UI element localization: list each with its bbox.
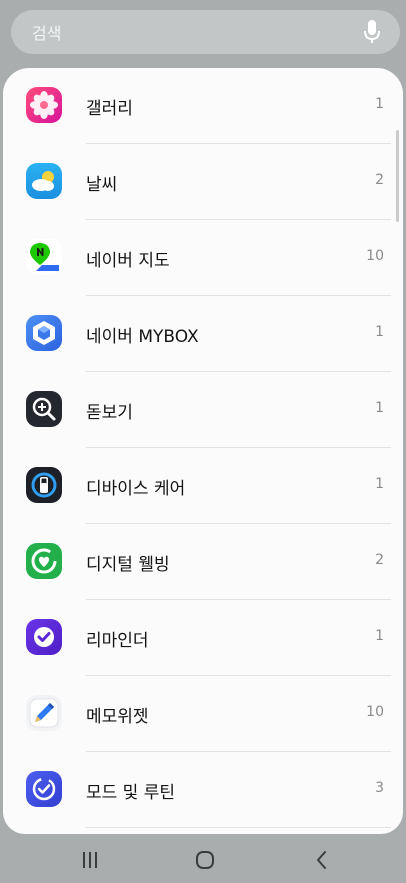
app-name: 네이버 지도 <box>86 251 170 271</box>
naver-mybox-cube-icon <box>26 315 62 351</box>
app-name: 리마인더 <box>86 631 149 651</box>
search-bar[interactable]: 검색 <box>11 10 400 54</box>
app-name: 디바이스 케어 <box>86 479 186 499</box>
app-name: 디지털 웰빙 <box>86 555 170 575</box>
app-row-memo-widget[interactable]: 메모위젯 10 <box>3 676 403 752</box>
recent-apps-icon[interactable] <box>80 848 100 872</box>
app-name: 모드 및 루틴 <box>86 783 176 803</box>
app-count: 2 <box>375 172 384 188</box>
app-name: 네이버 MYBOX <box>86 327 199 347</box>
app-list-panel: 갤러리 1 날씨 2 네이버 지도 10 네이버 MYBOX 1 돋보기 1 디… <box>3 68 403 834</box>
digital-wellbeing-heart-icon <box>26 543 62 579</box>
app-row-reminder[interactable]: 리마인더 1 <box>3 600 403 676</box>
app-count: 1 <box>375 96 384 112</box>
app-row-naver-map[interactable]: 네이버 지도 10 <box>3 220 403 296</box>
app-row-device-care[interactable]: 디바이스 케어 1 <box>3 448 403 524</box>
app-count: 2 <box>375 552 384 568</box>
reminder-check-icon <box>26 619 62 655</box>
naver-map-pin-icon <box>26 239 62 275</box>
app-name: 날씨 <box>86 175 118 195</box>
search-input[interactable]: 검색 <box>32 20 362 44</box>
app-name: 갤러리 <box>86 99 133 119</box>
microphone-icon[interactable] <box>362 19 382 45</box>
gallery-flower-icon <box>26 87 62 123</box>
app-row-naver-mybox[interactable]: 네이버 MYBOX 1 <box>3 296 403 372</box>
app-count: 3 <box>375 780 384 796</box>
app-count: 1 <box>375 400 384 416</box>
app-count: 10 <box>366 704 384 720</box>
app-row-modes-routines[interactable]: 모드 및 루틴 3 <box>3 752 403 828</box>
app-name: 돋보기 <box>86 403 133 423</box>
app-count: 10 <box>366 248 384 264</box>
app-row-weather[interactable]: 날씨 2 <box>3 144 403 220</box>
divider <box>86 827 391 828</box>
magnifier-icon <box>26 391 62 427</box>
back-icon[interactable] <box>312 848 330 872</box>
home-icon[interactable] <box>194 848 218 872</box>
app-row-gallery[interactable]: 갤러리 1 <box>3 68 403 144</box>
app-count: 1 <box>375 476 384 492</box>
navigation-bar <box>0 836 406 883</box>
app-count: 1 <box>375 628 384 644</box>
app-count: 1 <box>375 324 384 340</box>
memo-pen-icon <box>26 695 62 731</box>
weather-cloud-sun-icon <box>26 163 62 199</box>
app-row-digital-wellbeing[interactable]: 디지털 웰빙 2 <box>3 524 403 600</box>
app-row-magnifier[interactable]: 돋보기 1 <box>3 372 403 448</box>
modes-routines-icon <box>26 771 62 807</box>
device-care-battery-icon <box>26 467 62 503</box>
app-name: 메모위젯 <box>86 707 149 727</box>
